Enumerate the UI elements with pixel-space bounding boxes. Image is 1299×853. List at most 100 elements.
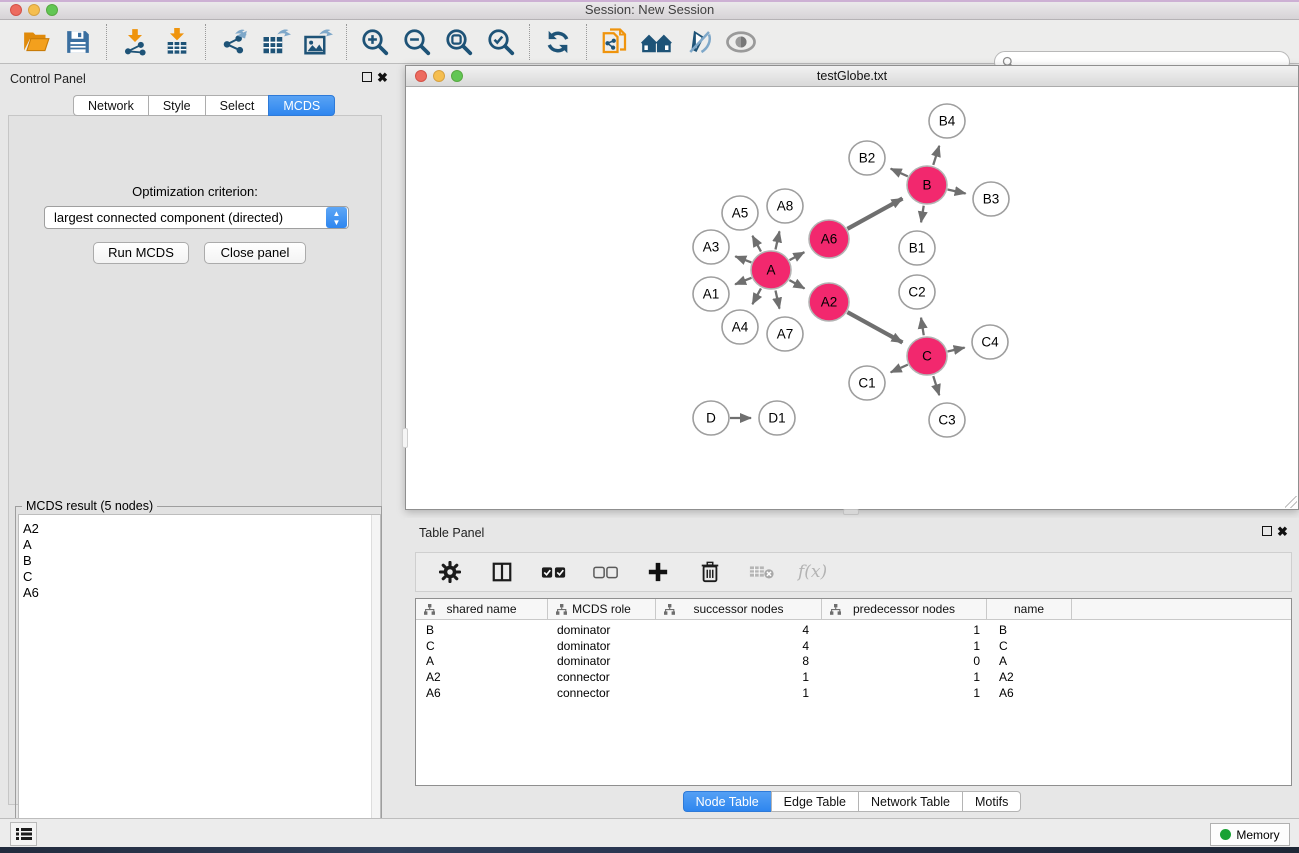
table-float-panel-icon[interactable] [1262, 526, 1272, 536]
maximize-window-button[interactable] [46, 4, 58, 16]
network-canvas[interactable]: B4B2BB3A8A5A6A3B1AC2A1A2A4A7C4CC1C3DD1 [406, 87, 1298, 509]
graph-edge-A-A4[interactable] [752, 288, 761, 304]
vertical-splitter-grip[interactable] [402, 428, 408, 448]
mcds-result-item[interactable]: C [19, 568, 380, 584]
add-column-icon[interactable] [642, 556, 674, 588]
table-cell[interactable]: 4 [656, 623, 822, 639]
clone-network-icon[interactable] [599, 26, 631, 58]
table-cell[interactable]: A [987, 654, 1072, 670]
table-cell[interactable]: 8 [656, 654, 822, 670]
graph-edge-C-C3[interactable] [933, 376, 939, 395]
table-cell[interactable]: 1 [656, 686, 822, 702]
table-cell[interactable]: 4 [656, 639, 822, 655]
table-cell[interactable]: A [416, 654, 548, 670]
table-cell[interactable]: B [987, 623, 1072, 639]
zoom-in-icon[interactable] [359, 26, 391, 58]
mcds-result-item[interactable]: A [19, 536, 380, 552]
table-row[interactable]: A6connector11A6 [416, 686, 1291, 702]
graph-node-A8[interactable]: A8 [767, 189, 803, 223]
list-scrollbar[interactable] [371, 515, 380, 850]
mcds-result-item[interactable]: B [19, 552, 380, 568]
refresh-icon[interactable] [542, 26, 574, 58]
horizontal-splitter-grip[interactable] [843, 509, 859, 515]
tab-select[interactable]: Select [205, 95, 269, 116]
graph-node-C[interactable]: C [907, 337, 947, 375]
float-panel-icon[interactable] [362, 72, 372, 82]
tab-network[interactable]: Network [73, 95, 148, 116]
graph-node-B2[interactable]: B2 [849, 141, 885, 175]
network-window-titlebar[interactable]: testGlobe.txt [406, 66, 1298, 87]
close-panel-button[interactable]: Close panel [204, 242, 306, 264]
table-cell[interactable]: 1 [656, 670, 822, 686]
graph-edge-B-B4[interactable] [933, 146, 939, 165]
table-cell[interactable]: dominator [548, 623, 656, 639]
open-file-icon[interactable] [20, 26, 52, 58]
column-header-name[interactable]: name [987, 599, 1072, 619]
column-header-shared-name[interactable]: shared name [416, 599, 548, 619]
minimize-window-button[interactable] [28, 4, 40, 16]
graph-edge-C-C2[interactable] [921, 318, 924, 336]
table-cell[interactable]: connector [548, 670, 656, 686]
tab-mcds[interactable]: MCDS [268, 95, 335, 116]
window-resize-grip[interactable] [1285, 496, 1297, 508]
graph-edge-B-B3[interactable] [948, 189, 966, 193]
memory-button[interactable]: Memory [1210, 823, 1290, 846]
table-cell[interactable]: C [987, 639, 1072, 655]
graph-edge-B-B2[interactable] [891, 169, 908, 177]
table-cell[interactable]: dominator [548, 654, 656, 670]
graph-node-B1[interactable]: B1 [899, 231, 935, 265]
table-row[interactable]: A2connector11A2 [416, 670, 1291, 686]
graph-node-C2[interactable]: C2 [899, 275, 935, 309]
table-cell[interactable]: A2 [987, 670, 1072, 686]
save-session-icon[interactable] [62, 26, 94, 58]
zoom-fit-icon[interactable] [443, 26, 475, 58]
graph-edge-A-A8[interactable] [775, 231, 779, 249]
column-header-successor-nodes[interactable]: successor nodes [656, 599, 822, 619]
table-settings-icon[interactable] [434, 556, 466, 588]
graph-edge-C-C4[interactable] [947, 348, 964, 352]
graph-node-A2[interactable]: A2 [809, 283, 849, 321]
tab-network-table[interactable]: Network Table [858, 791, 962, 812]
graph-node-A6[interactable]: A6 [809, 220, 849, 258]
export-table-icon[interactable] [260, 26, 292, 58]
criterion-select[interactable]: largest connected component (directed) ▲… [44, 206, 349, 229]
graph-node-A5[interactable]: A5 [722, 196, 758, 230]
table-cell[interactable]: 1 [822, 639, 987, 655]
tab-motifs[interactable]: Motifs [962, 791, 1021, 812]
export-image-icon[interactable] [302, 26, 334, 58]
tab-style[interactable]: Style [148, 95, 205, 116]
table-cell[interactable]: B [416, 623, 548, 639]
table-cell[interactable]: C [416, 639, 548, 655]
graph-edge-A2-C[interactable] [847, 312, 902, 342]
graph-node-A4[interactable]: A4 [722, 310, 758, 344]
graph-node-A7[interactable]: A7 [767, 317, 803, 351]
table-cell[interactable]: 1 [822, 670, 987, 686]
column-header-predecessor-nodes[interactable]: predecessor nodes [822, 599, 987, 619]
show-column-panel-icon[interactable] [486, 556, 518, 588]
tab-node-table[interactable]: Node Table [683, 791, 771, 812]
close-panel-icon[interactable]: ✖ [377, 72, 388, 84]
table-cell[interactable]: A2 [416, 670, 548, 686]
graph-node-B3[interactable]: B3 [973, 182, 1009, 216]
graph-edge-A-A1[interactable] [735, 278, 751, 285]
select-all-icon[interactable] [538, 556, 570, 588]
mcds-result-item[interactable]: A2 [19, 520, 380, 536]
table-cell[interactable]: 1 [822, 686, 987, 702]
mcds-result-item[interactable]: A6 [19, 584, 380, 600]
graph-edge-B-B1[interactable] [921, 206, 924, 223]
table-cell[interactable]: dominator [548, 639, 656, 655]
table-cell[interactable]: 1 [822, 623, 987, 639]
import-table-icon[interactable] [161, 26, 193, 58]
close-window-button[interactable] [10, 4, 22, 16]
zoom-out-icon[interactable] [401, 26, 433, 58]
column-header-mcds-role[interactable]: MCDS role [548, 599, 656, 619]
table-row[interactable]: Cdominator41C [416, 639, 1291, 655]
graph-node-A3[interactable]: A3 [693, 230, 729, 264]
task-history-button[interactable] [10, 822, 37, 846]
graph-node-C1[interactable]: C1 [849, 366, 885, 400]
graph-edge-A-A6[interactable] [790, 252, 805, 260]
graph-edge-A6-B[interactable] [847, 199, 902, 229]
export-network-icon[interactable] [218, 26, 250, 58]
graph-node-D1[interactable]: D1 [759, 401, 795, 435]
graph-node-C3[interactable]: C3 [929, 403, 965, 437]
